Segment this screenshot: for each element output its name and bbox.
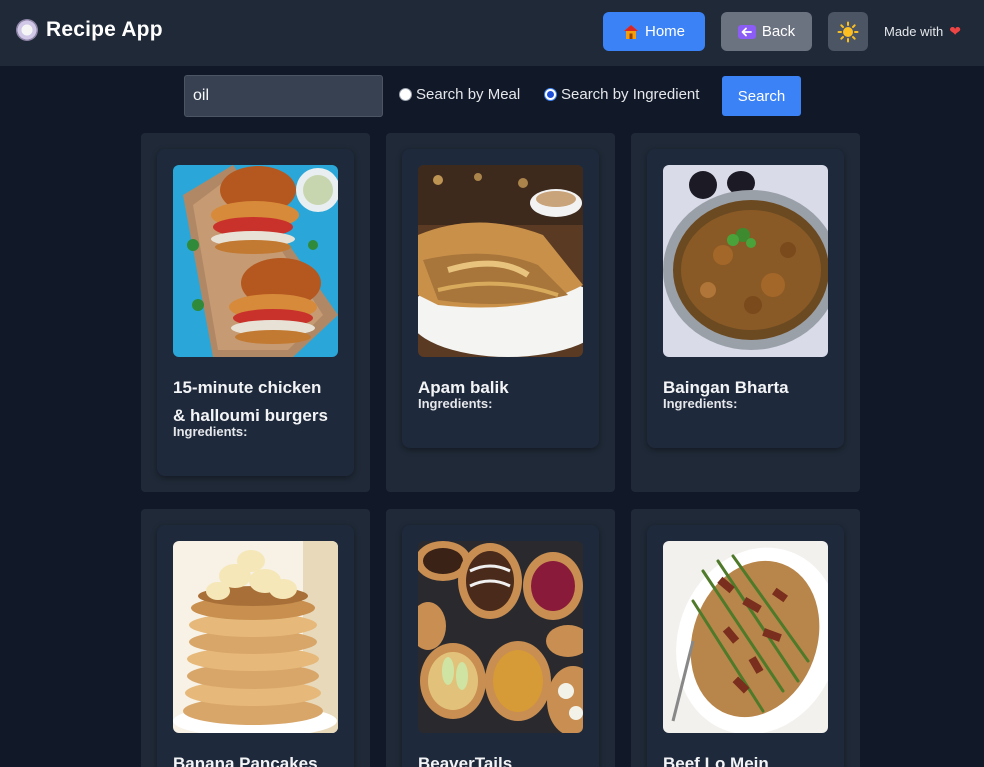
recipe-card: 15-minute chicken & halloumi burgers Ing…: [141, 133, 370, 492]
recipe-card-inner[interactable]: 15-minute chicken & halloumi burgers Ing…: [157, 149, 354, 476]
radio-search-by-meal[interactable]: Search by Meal: [399, 86, 520, 103]
heart-icon: ❤: [949, 23, 961, 39]
recipe-image[interactable]: [173, 541, 338, 733]
ingredients-label: Ingredients:: [173, 424, 248, 439]
recipe-card-inner[interactable]: Beef Lo Mein: [647, 525, 844, 767]
radio-label-meal: Search by Meal: [416, 86, 521, 103]
search-input[interactable]: [184, 75, 383, 117]
recipe-image[interactable]: [663, 165, 828, 357]
theme-toggle-button[interactable]: [828, 12, 868, 51]
made-with-text: Made with ❤: [884, 23, 961, 40]
back-button[interactable]: Back: [721, 12, 812, 51]
recipe-image[interactable]: [418, 541, 583, 733]
sun-icon: [837, 21, 859, 42]
search-button[interactable]: Search: [722, 76, 801, 116]
recipe-card: BeaverTails: [386, 509, 615, 767]
recipe-card: Banana Pancakes: [141, 509, 370, 767]
radio-button-ingredient[interactable]: [544, 88, 557, 101]
top-navbar: Recipe App Home Back Made with ❤: [0, 0, 984, 66]
recipe-title[interactable]: Banana Pancakes: [173, 750, 338, 767]
recipe-card-inner[interactable]: Baingan Bharta Ingredients:: [647, 149, 844, 448]
app-title: Recipe App: [46, 18, 163, 41]
radio-search-by-ingredient[interactable]: Search by Ingredient: [544, 86, 699, 103]
back-button-label: Back: [761, 23, 796, 40]
recipe-image[interactable]: [173, 165, 338, 357]
ingredients-label: Ingredients:: [418, 396, 493, 411]
recipe-title[interactable]: 15-minute chicken & halloumi burgers: [173, 374, 338, 430]
back-arrow-icon: [737, 24, 756, 39]
recipe-card-inner[interactable]: Banana Pancakes: [157, 525, 354, 767]
ingredients-label: Ingredients:: [663, 396, 738, 411]
recipe-card-inner[interactable]: Apam balik Ingredients:: [402, 149, 599, 448]
made-with-label: Made with: [884, 24, 944, 39]
recipe-image[interactable]: [418, 165, 583, 357]
recipe-card: Baingan Bharta Ingredients:: [631, 133, 860, 492]
recipe-title[interactable]: Beef Lo Mein: [663, 750, 828, 767]
brand[interactable]: Recipe App: [16, 18, 163, 42]
recipe-card: Apam balik Ingredients:: [386, 133, 615, 492]
radio-label-ingredient: Search by Ingredient: [561, 86, 700, 103]
home-button-label: Home: [644, 23, 685, 40]
recipe-card: Beef Lo Mein: [631, 509, 860, 767]
house-icon: [623, 24, 638, 39]
home-button[interactable]: Home: [603, 12, 705, 51]
plate-icon: [16, 19, 38, 41]
recipe-card-inner[interactable]: BeaverTails: [402, 525, 599, 767]
recipe-title[interactable]: BeaverTails: [418, 750, 583, 767]
radio-button-meal[interactable]: [399, 88, 412, 101]
recipe-image[interactable]: [663, 541, 828, 733]
